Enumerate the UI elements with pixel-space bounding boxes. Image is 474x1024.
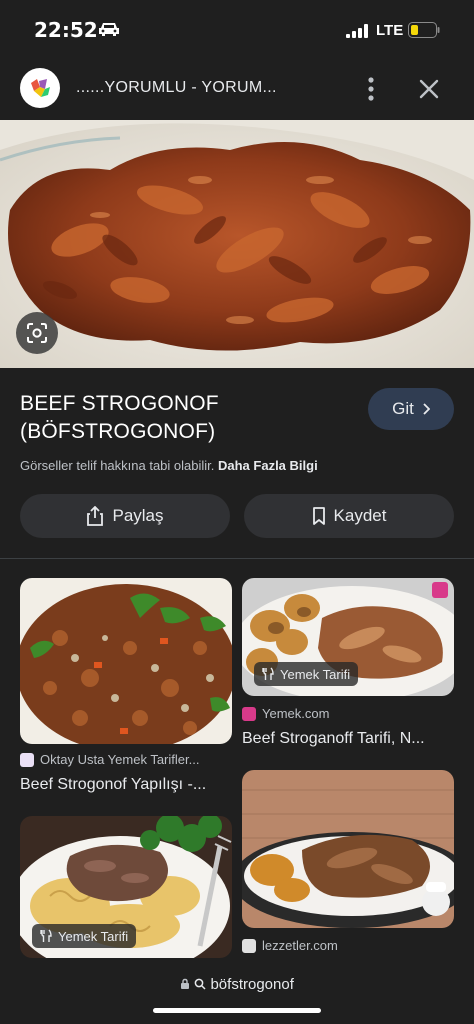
main-image[interactable] xyxy=(0,120,474,368)
related-source-4[interactable]: lezzetler.com xyxy=(242,938,454,953)
more-info-link[interactable]: Daha Fazla Bilgi xyxy=(218,458,318,473)
status-time: 22:52 xyxy=(34,18,98,42)
home-indicator[interactable] xyxy=(153,1008,321,1013)
more-options-icon[interactable] xyxy=(360,74,382,104)
related-source-label-4: lezzetler.com xyxy=(262,938,338,953)
share-button[interactable]: Paylaş xyxy=(20,494,230,538)
related-image-4[interactable] xyxy=(242,770,454,928)
related-image-1[interactable] xyxy=(20,578,232,744)
recipe-badge-2: Yemek Tarifi xyxy=(254,662,359,686)
related-source-2[interactable]: Yemek.com xyxy=(242,706,454,721)
share-label: Paylaş xyxy=(112,506,164,525)
stroganoff-on-black-plate-photo xyxy=(242,770,454,928)
lezzetler-favicon xyxy=(242,938,256,953)
recipe-badge-label-2: Yemek Tarifi xyxy=(280,666,351,682)
signal-icon xyxy=(346,24,368,38)
viewer-header: ......YORUMLU - YORUM... xyxy=(0,62,474,118)
close-icon[interactable] xyxy=(416,76,442,102)
share-icon xyxy=(87,506,104,526)
browser-bottom-bar: böfstrogonof xyxy=(0,962,474,1024)
fork-knife-icon xyxy=(40,929,52,942)
oktay-usta-favicon xyxy=(20,752,34,767)
save-label: Kaydet xyxy=(333,506,387,525)
related-source-label-1: Oktay Usta Yemek Tarifler... xyxy=(40,752,200,767)
recipe-badge-3: Yemek Tarifi xyxy=(32,924,137,948)
copyright-notice: Görseller telif hakkına tabi olabilir. D… xyxy=(20,458,318,473)
source-page-title[interactable]: ......YORUMLU - YORUM... xyxy=(76,79,326,97)
related-image-3[interactable]: Yemek Tarifi xyxy=(20,816,232,958)
bookmark-icon xyxy=(312,507,325,525)
visit-button[interactable]: Git xyxy=(368,388,454,430)
copyright-text: Görseller telif hakkına tabi olabilir. xyxy=(20,458,215,473)
related-title-1[interactable]: Beef Strogonof Yapılışı -... xyxy=(20,776,232,794)
site-logo-icon xyxy=(31,79,50,97)
stroganoff-with-parsley-photo xyxy=(20,578,232,744)
address-bar[interactable]: böfstrogonof xyxy=(0,976,474,993)
save-button[interactable]: Kaydet xyxy=(244,494,454,538)
lock-icon xyxy=(181,978,190,989)
related-source-1[interactable]: Oktay Usta Yemek Tarifler... xyxy=(20,752,232,767)
lens-icon xyxy=(27,323,47,343)
chevron-right-icon xyxy=(423,403,430,415)
address-text: böfstrogonof xyxy=(210,976,294,993)
related-image-2[interactable]: Yemek Tarifi xyxy=(242,578,454,696)
visit-label: Git xyxy=(392,399,414,418)
fork-knife-icon xyxy=(262,667,274,680)
car-icon xyxy=(99,23,119,36)
related-source-label-2: Yemek.com xyxy=(262,706,330,721)
image-title: BEEF STROGONOF (BÖFSTROGONOF) xyxy=(20,392,219,443)
google-lens-button[interactable] xyxy=(16,312,58,354)
recipe-badge-label-3: Yemek Tarifi xyxy=(58,928,129,944)
yemek-com-favicon xyxy=(242,706,256,721)
related-title-2[interactable]: Beef Stroganoff Tarifi, N... xyxy=(242,730,454,748)
search-icon xyxy=(194,978,206,990)
status-bar: 22:52 LTE xyxy=(0,0,474,62)
battery-icon xyxy=(408,22,440,38)
network-type: LTE xyxy=(376,22,404,39)
beef-stroganoff-photo xyxy=(0,120,474,368)
section-divider xyxy=(0,558,474,559)
site-favicon[interactable] xyxy=(20,68,60,108)
